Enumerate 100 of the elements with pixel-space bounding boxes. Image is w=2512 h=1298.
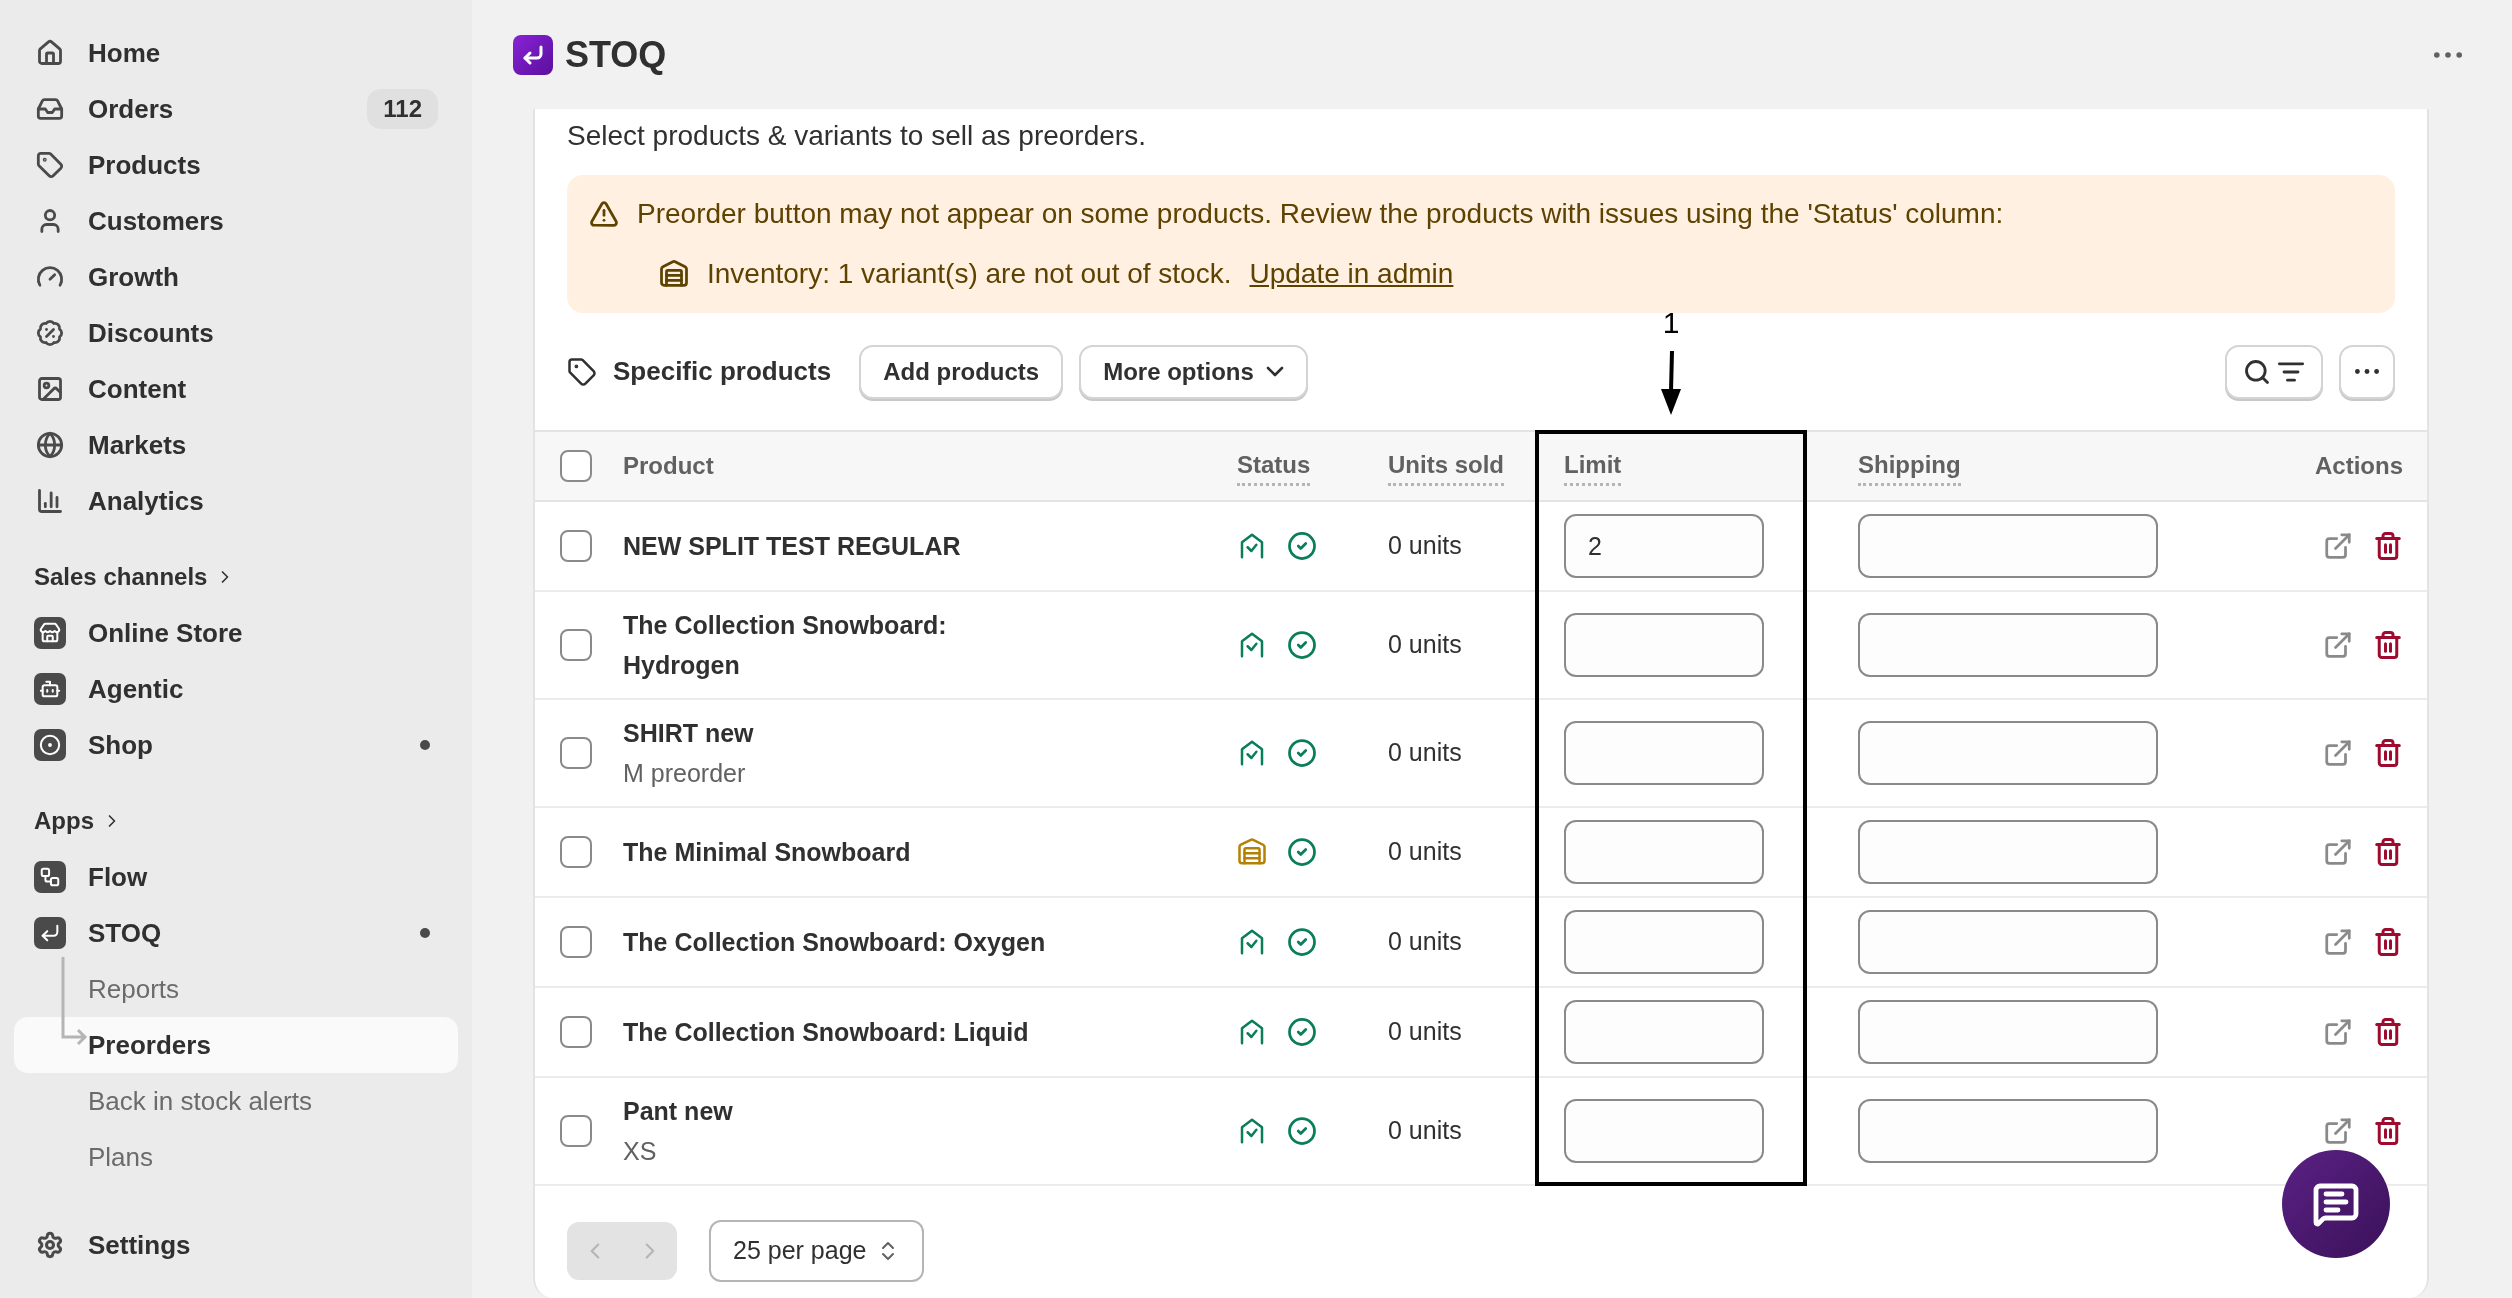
- bar-chart-icon: [36, 487, 64, 515]
- delete-icon[interactable]: [2373, 630, 2403, 660]
- search-filter-button[interactable]: [2225, 344, 2323, 399]
- product-name: The Collection Snowboard: Oxygen: [623, 927, 1047, 958]
- limit-input[interactable]: 2: [1564, 514, 1764, 578]
- limit-input[interactable]: [1564, 1000, 1764, 1064]
- nav-item[interactable]: Settings: [14, 1217, 458, 1273]
- check-circle-icon: [1287, 630, 1317, 660]
- description-text: Select products & variants to sell as preorders.: [567, 119, 1147, 153]
- chevron-down-icon: [1265, 366, 1284, 377]
- variant-name: XS: [623, 1136, 658, 1167]
- tag-icon: [567, 356, 597, 387]
- product-name: The Collection Snowboard: Hydrogen: [623, 610, 948, 681]
- settings-icon: [36, 1231, 64, 1259]
- check-circle-icon: [1287, 531, 1317, 561]
- column-header: Status: [1237, 446, 1311, 486]
- percent-badge-icon: [36, 319, 64, 347]
- external-link-icon[interactable]: [2323, 630, 2353, 660]
- sub-nav-item[interactable]: Back in stock alerts: [14, 1073, 458, 1129]
- product-name: The Minimal Snowboard: [623, 837, 912, 868]
- toolbar-button[interactable]: More options: [1079, 344, 1308, 399]
- nav-item[interactable]: Content: [14, 361, 458, 417]
- delete-icon[interactable]: [2373, 531, 2403, 561]
- checkbox[interactable]: [560, 1016, 592, 1048]
- shipping-input[interactable]: [1858, 1099, 2158, 1163]
- shipping-input[interactable]: [1858, 613, 2158, 677]
- product-name: NEW SPLIT TEST REGULAR: [623, 531, 962, 562]
- warehouse-icon: [659, 259, 689, 289]
- limit-input[interactable]: [1564, 721, 1764, 785]
- section-heading[interactable]: Sales channels: [14, 549, 458, 605]
- delete-icon[interactable]: [2373, 837, 2403, 867]
- annotation-arrow: [1659, 351, 1683, 415]
- product-name: Pant new: [623, 1096, 734, 1127]
- check-circle-icon: [1287, 1017, 1317, 1047]
- checkbox[interactable]: [560, 1115, 592, 1147]
- nav-item[interactable]: Analytics: [14, 473, 458, 529]
- limit-input[interactable]: [1564, 1099, 1764, 1163]
- warning-icon: [589, 199, 619, 229]
- toolbar-button[interactable]: Add products: [859, 344, 1064, 399]
- checkbox[interactable]: [560, 450, 592, 482]
- checkbox[interactable]: [560, 530, 592, 562]
- nav-item[interactable]: Flow: [14, 849, 458, 905]
- delete-icon[interactable]: [2373, 927, 2403, 957]
- nav-item[interactable]: Shop: [14, 717, 458, 773]
- home-icon: [36, 39, 64, 67]
- external-link-icon[interactable]: [2323, 738, 2353, 768]
- nav-item[interactable]: Agentic: [14, 661, 458, 717]
- more-button[interactable]: [2339, 344, 2395, 399]
- check-circle-icon: [1287, 1116, 1317, 1146]
- nav-item[interactable]: Discounts: [14, 305, 458, 361]
- store-icon: [34, 617, 66, 649]
- tag-icon: [36, 151, 64, 179]
- checkbox[interactable]: [560, 836, 592, 868]
- shipping-input[interactable]: [1858, 721, 2158, 785]
- update-link[interactable]: Update in admin: [1249, 253, 1454, 295]
- nav-item[interactable]: Online Store: [14, 605, 458, 661]
- sub-nav-item[interactable]: Preorders: [14, 1017, 458, 1073]
- units-sold: 0 units: [1388, 530, 1462, 562]
- sub-nav-item[interactable]: Reports: [14, 961, 458, 1017]
- nav-item[interactable]: Growth: [14, 249, 458, 305]
- shipping-input[interactable]: [1858, 910, 2158, 974]
- checkbox[interactable]: [560, 926, 592, 958]
- external-link-icon[interactable]: [2323, 1116, 2353, 1146]
- sub-nav-item[interactable]: Plans: [14, 1129, 458, 1185]
- more-icon[interactable]: [2434, 51, 2462, 58]
- shipping-input[interactable]: [1858, 514, 2158, 578]
- checkbox[interactable]: [560, 737, 592, 769]
- limit-input[interactable]: [1564, 910, 1764, 974]
- column-header: Units sold: [1388, 446, 1504, 486]
- nav-item[interactable]: STOQ: [14, 905, 458, 961]
- annotation-number: 1: [1662, 305, 1680, 341]
- product-name: SHIRT new: [623, 718, 755, 749]
- column-header: Limit: [1564, 446, 1622, 486]
- section-heading[interactable]: Apps: [14, 793, 458, 849]
- external-link-icon[interactable]: [2323, 927, 2353, 957]
- delete-icon[interactable]: [2373, 1017, 2403, 1047]
- nav-item[interactable]: Customers: [14, 193, 458, 249]
- per-page-select[interactable]: 25 per page: [709, 1220, 925, 1282]
- limit-input[interactable]: [1564, 820, 1764, 884]
- check-circle-icon: [1287, 738, 1317, 768]
- external-link-icon[interactable]: [2323, 1017, 2353, 1047]
- delete-icon[interactable]: [2373, 1116, 2403, 1146]
- count-badge: 112: [367, 89, 438, 129]
- external-link-icon[interactable]: [2323, 531, 2353, 561]
- limit-input[interactable]: [1564, 613, 1764, 677]
- app-logo: [513, 34, 553, 75]
- nav-item[interactable]: Orders 112: [14, 81, 458, 137]
- checkbox[interactable]: [560, 629, 592, 661]
- delete-icon[interactable]: [2373, 738, 2403, 768]
- nav-item[interactable]: Home: [14, 25, 458, 81]
- nav-item[interactable]: Products: [14, 137, 458, 193]
- app-title: STOQ: [565, 32, 668, 77]
- shipping-input[interactable]: [1858, 820, 2158, 884]
- nav-item[interactable]: Markets: [14, 417, 458, 473]
- units-sold: 0 units: [1388, 926, 1462, 958]
- robot-icon: [34, 673, 66, 705]
- variant-name: M preorder: [623, 758, 747, 789]
- shipping-input[interactable]: [1858, 1000, 2158, 1064]
- units-sold: 0 units: [1388, 629, 1462, 661]
- external-link-icon[interactable]: [2323, 837, 2353, 867]
